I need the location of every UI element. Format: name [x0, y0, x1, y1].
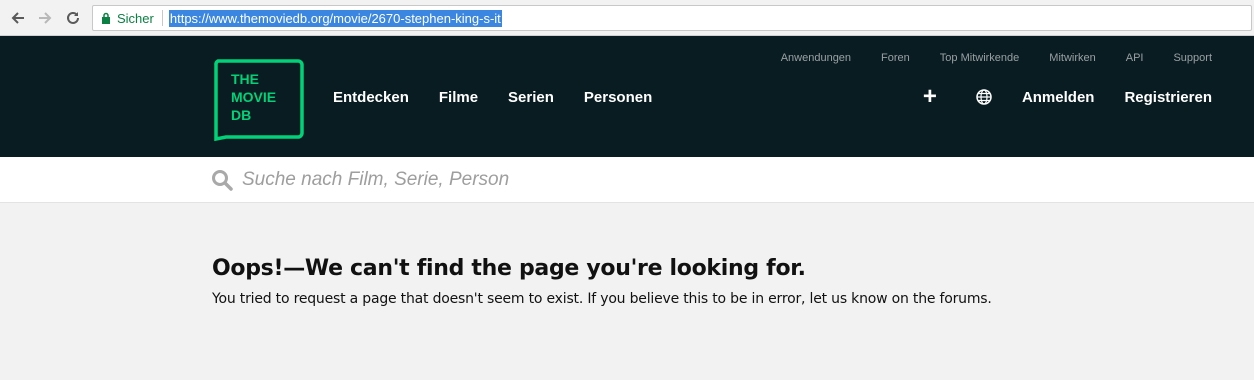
search-icon	[212, 170, 233, 191]
reload-icon	[67, 11, 79, 24]
add-button[interactable]: +	[922, 85, 938, 109]
nav-item-filme[interactable]: Filme	[439, 89, 478, 106]
arrow-right-icon	[39, 12, 52, 24]
sub-nav-anwendungen[interactable]: Anwendungen	[781, 52, 851, 64]
tmdb-logo[interactable]: THE MOVIE DB	[212, 59, 304, 146]
sub-nav: Anwendungen Foren Top Mitwirkende Mitwir…	[751, 52, 1212, 64]
register-link[interactable]: Registrieren	[1124, 89, 1212, 106]
omnibox-divider	[161, 10, 163, 26]
nav-item-entdecken[interactable]: Entdecken	[333, 89, 409, 106]
lock-icon	[102, 12, 110, 24]
user-nav: + Anmelden Registrieren	[922, 85, 1212, 109]
logo-line-3: DB	[231, 107, 251, 123]
login-link[interactable]: Anmelden	[1022, 89, 1095, 106]
site-header: THE MOVIE DB Entdecken Filme Serien Pers…	[0, 36, 1254, 157]
sub-nav-support[interactable]: Support	[1173, 52, 1212, 64]
reload-button[interactable]	[62, 7, 84, 29]
back-button[interactable]	[7, 7, 29, 29]
main-nav: Entdecken Filme Serien Personen	[333, 89, 682, 106]
logo-line-1: THE	[231, 71, 259, 87]
nav-item-personen[interactable]: Personen	[584, 89, 652, 106]
arrow-left-icon	[11, 12, 24, 24]
sub-nav-foren[interactable]: Foren	[881, 52, 910, 64]
security-label: Sicher	[117, 10, 154, 26]
error-title: Oops!—We can't find the page you're look…	[212, 256, 806, 281]
nav-item-serien[interactable]: Serien	[508, 89, 554, 106]
browser-toolbar: Sicher https://www.themoviedb.org/movie/…	[0, 0, 1254, 36]
sub-nav-mitwirken[interactable]: Mitwirken	[1049, 52, 1095, 64]
forward-button[interactable]	[34, 7, 56, 29]
logo-line-2: MOVIE	[231, 89, 276, 105]
sub-nav-top-mitwirkende[interactable]: Top Mitwirkende	[940, 52, 1019, 64]
sub-nav-api[interactable]: API	[1126, 52, 1144, 64]
globe-icon[interactable]	[976, 89, 992, 105]
url-text[interactable]: https://www.themoviedb.org/movie/2670-st…	[168, 9, 502, 27]
error-message: You tried to request a page that doesn't…	[212, 291, 992, 307]
search-input[interactable]	[242, 167, 1142, 193]
address-bar[interactable]: Sicher https://www.themoviedb.org/movie/…	[92, 5, 1252, 31]
search-bar	[0, 157, 1254, 203]
